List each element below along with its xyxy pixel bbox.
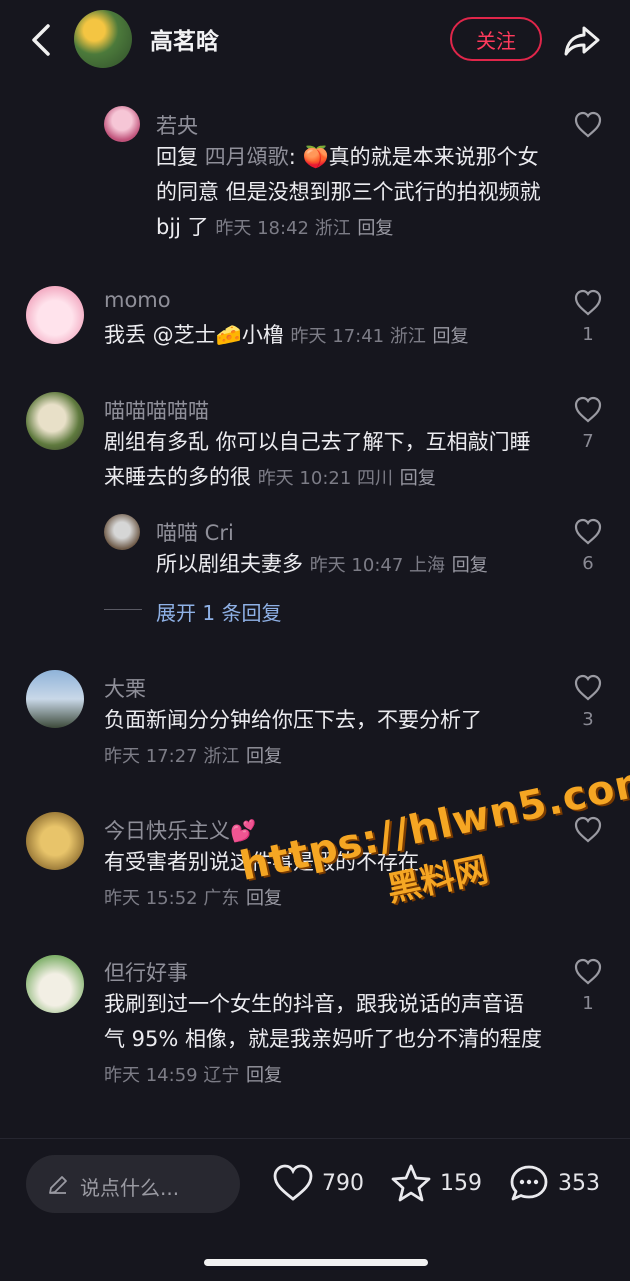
comment-meta: 昨天 17:41 浙江: [290, 326, 426, 347]
commenter-name[interactable]: 喵喵喵喵喵: [104, 395, 209, 425]
comment-count: 353: [558, 1170, 600, 1196]
reply-link[interactable]: 回复: [357, 218, 393, 239]
like-count: 6: [582, 553, 594, 574]
like-count: 3: [582, 709, 594, 730]
reply-link[interactable]: 回复: [452, 555, 488, 576]
avatar[interactable]: [104, 106, 140, 142]
comment-meta: 昨天 15:52 广东: [104, 888, 240, 909]
like-count: 790: [322, 1170, 364, 1196]
expand-divider: [104, 609, 142, 610]
like-count: 1: [582, 324, 594, 345]
like-button[interactable]: 790: [272, 1163, 364, 1203]
favorite-button[interactable]: 159: [390, 1163, 482, 1203]
like-heart-icon[interactable]: [573, 517, 603, 547]
comment-text: 所以剧组夫妻多 昨天 10:47 上海 回复: [156, 552, 488, 576]
follow-button[interactable]: 关注: [450, 17, 542, 61]
comment-input-placeholder: 说点什么...: [80, 1176, 180, 1200]
like-count: 7: [582, 431, 594, 452]
back-arrow-icon[interactable]: [24, 20, 58, 60]
share-icon[interactable]: [562, 20, 602, 60]
comment-button[interactable]: 353: [508, 1163, 600, 1203]
like-heart-icon[interactable]: [573, 110, 603, 140]
bottom-bar: 说点什么... 790 159 353: [0, 1138, 630, 1281]
comment-meta: 昨天 14:59 辽宁: [104, 1065, 240, 1086]
reply-to-name[interactable]: 四月頌歌: [205, 145, 289, 169]
reply-link[interactable]: 回复: [400, 468, 436, 489]
comment-text: 剧组有多乱 你可以自己去了解下，互相敲门睡来睡去的多的很 昨天 10:21 四川…: [104, 430, 531, 489]
commenter-name[interactable]: 大栗: [104, 673, 146, 703]
comment-text: 我刷到过一个女生的抖音，跟我说话的声音语气 95% 相像，就是我亲妈听了也分不清…: [104, 992, 543, 1086]
expand-replies-button[interactable]: 展开 1 条回复: [156, 597, 281, 626]
avatar[interactable]: [26, 670, 84, 728]
like-heart-icon[interactable]: [573, 395, 603, 425]
avatar[interactable]: [26, 812, 84, 870]
like-heart-icon[interactable]: [573, 957, 603, 987]
avatar[interactable]: [26, 955, 84, 1013]
author-username[interactable]: 高茗晗: [150, 22, 219, 56]
commenter-name[interactable]: momo: [104, 288, 171, 312]
avatar[interactable]: [104, 514, 140, 550]
like-heart-icon[interactable]: [573, 673, 603, 703]
favorite-count: 159: [440, 1170, 482, 1196]
comment-meta: 昨天 17:27 浙江: [104, 746, 240, 767]
star-icon: [391, 1164, 431, 1202]
comment-meta: 昨天 10:21 四川: [257, 468, 394, 489]
author-avatar[interactable]: [74, 10, 132, 68]
like-heart-icon[interactable]: [573, 288, 603, 318]
comment-text: 回复 四月頌歌: 🍑真的就是本来说那个女的同意 但是没想到那三个武行的拍视频就 …: [156, 145, 541, 239]
avatar[interactable]: [26, 392, 84, 450]
comment-input[interactable]: 说点什么...: [26, 1155, 240, 1213]
top-bar: 高茗晗 关注: [0, 0, 630, 80]
pencil-icon: [49, 1176, 67, 1194]
avatar[interactable]: [26, 286, 84, 344]
reply-link[interactable]: 回复: [246, 1065, 282, 1086]
reply-link[interactable]: 回复: [246, 746, 282, 767]
reply-link[interactable]: 回复: [433, 326, 469, 347]
commenter-name[interactable]: 若央: [156, 110, 198, 140]
commenter-name[interactable]: 喵喵 Cri: [156, 517, 234, 547]
home-indicator[interactable]: [204, 1259, 428, 1266]
heart-icon: [273, 1164, 313, 1201]
comment-meta: 昨天 10:47 上海: [309, 555, 446, 576]
comment-text: 负面新闻分分钟给你压下去，不要分析了 昨天 17:27 浙江 回复: [104, 708, 482, 767]
comment-meta: 昨天 18:42 浙江: [215, 218, 351, 239]
like-count: 1: [582, 993, 594, 1014]
comment-text: 我丢 @芝士🧀小橹 昨天 17:41 浙江 回复: [104, 323, 469, 347]
comment-bubble-icon: [510, 1165, 548, 1201]
commenter-name[interactable]: 今日快乐主义💕: [104, 815, 256, 845]
commenter-name[interactable]: 但行好事: [104, 957, 188, 987]
